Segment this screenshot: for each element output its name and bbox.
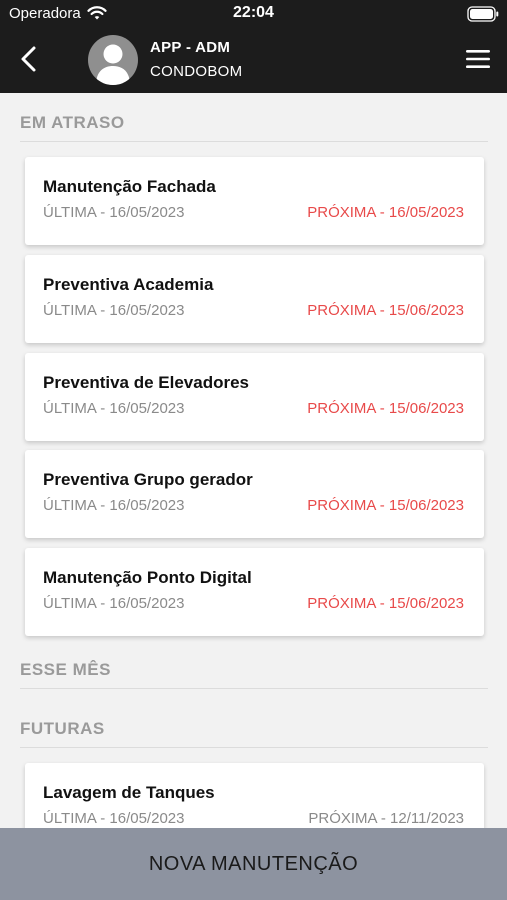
maintenance-card[interactable]: Manutenção Fachada ÚLTIMA - 16/05/2023 P…	[25, 157, 484, 245]
maintenance-card[interactable]: Lavagem de Tanques ÚLTIMA - 16/05/2023 P…	[25, 763, 484, 828]
card-last-date: ÚLTIMA - 16/05/2023	[43, 810, 185, 827]
user-avatar-icon	[88, 35, 138, 85]
battery-icon	[467, 6, 499, 22]
maintenance-card[interactable]: Preventiva de Elevadores ÚLTIMA - 16/05/…	[25, 353, 484, 441]
card-title: Manutenção Fachada	[43, 177, 216, 196]
card-title: Lavagem de Tanques	[43, 783, 215, 802]
app-header: Operadora 22:04 APP - ADM CONDOBOM	[0, 0, 507, 93]
card-next-date: PRÓXIMA - 15/06/2023	[307, 595, 464, 612]
card-next-date: PRÓXIMA - 16/05/2023	[307, 204, 464, 221]
header-title: APP - ADM	[150, 39, 231, 56]
card-title: Manutenção Ponto Digital	[43, 568, 252, 587]
header-subtitle: CONDOBOM	[150, 63, 243, 80]
card-last-date: ÚLTIMA - 16/05/2023	[43, 204, 185, 221]
card-title: Preventiva Academia	[43, 275, 214, 294]
card-last-date: ÚLTIMA - 16/05/2023	[43, 302, 185, 319]
section-header-future: FUTURAS	[20, 719, 488, 748]
back-button[interactable]	[14, 44, 44, 74]
maintenance-card[interactable]: Preventiva Grupo gerador ÚLTIMA - 16/05/…	[25, 450, 484, 538]
maintenance-list[interactable]: EM ATRASO Manutenção Fachada ÚLTIMA - 16…	[0, 93, 507, 828]
card-next-date: PRÓXIMA - 15/06/2023	[307, 302, 464, 319]
status-time: 22:04	[233, 4, 274, 21]
card-last-date: ÚLTIMA - 16/05/2023	[43, 497, 185, 514]
card-next-date: PRÓXIMA - 12/11/2023	[308, 810, 464, 827]
maintenance-card[interactable]: Preventiva Academia ÚLTIMA - 16/05/2023 …	[25, 255, 484, 343]
hamburger-menu-icon[interactable]	[463, 46, 493, 72]
card-title: Preventiva de Elevadores	[43, 373, 250, 392]
card-last-date: ÚLTIMA - 16/05/2023	[43, 400, 185, 417]
status-bar: Operadora 22:04	[0, 0, 507, 28]
new-maintenance-button[interactable]: NOVA MANUTENÇÃO	[0, 828, 507, 900]
section-header-overdue: EM ATRASO	[20, 113, 488, 142]
card-title: Preventiva Grupo gerador	[43, 470, 253, 489]
card-next-date: PRÓXIMA - 15/06/2023	[307, 497, 464, 514]
card-last-date: ÚLTIMA - 16/05/2023	[43, 595, 185, 612]
section-header-this-month: ESSE MÊS	[20, 660, 488, 689]
card-next-date: PRÓXIMA - 15/06/2023	[307, 400, 464, 417]
maintenance-card[interactable]: Manutenção Ponto Digital ÚLTIMA - 16/05/…	[25, 548, 484, 636]
